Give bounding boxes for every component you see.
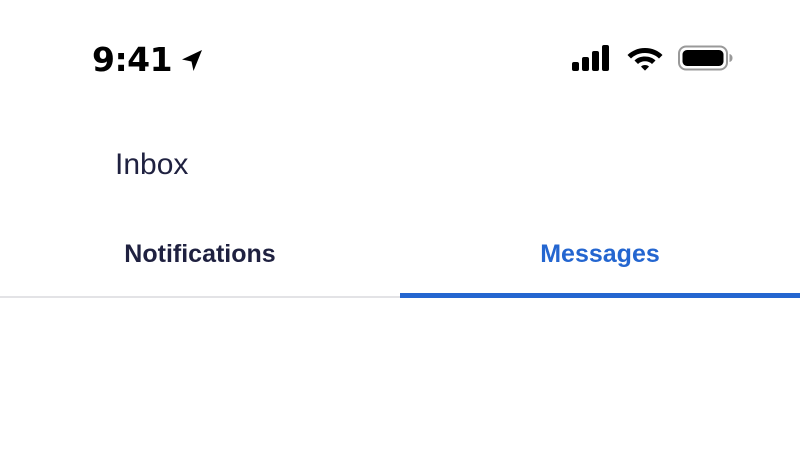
wifi-icon: [627, 48, 663, 71]
tab-notifications[interactable]: Notifications: [0, 220, 400, 296]
inbox-tab-bar: Notifications Messages: [0, 220, 800, 298]
messages-content-area: [0, 298, 800, 450]
tab-notifications-label: Notifications: [124, 239, 276, 268]
status-bar: 9:41: [0, 0, 800, 120]
status-time-group: 9:41: [92, 38, 206, 82]
tab-messages[interactable]: Messages: [400, 220, 800, 298]
status-time: 9:41: [92, 40, 173, 79]
status-icons: [571, 44, 734, 72]
inbox-screen: 9:41 Inbox Notifications Messages: [0, 0, 800, 450]
cellular-signal-icon: [572, 45, 609, 71]
location-arrow-icon: [178, 47, 206, 75]
battery-icon: [678, 45, 733, 71]
tab-messages-label: Messages: [540, 239, 660, 268]
page-title: Inbox: [115, 148, 189, 181]
